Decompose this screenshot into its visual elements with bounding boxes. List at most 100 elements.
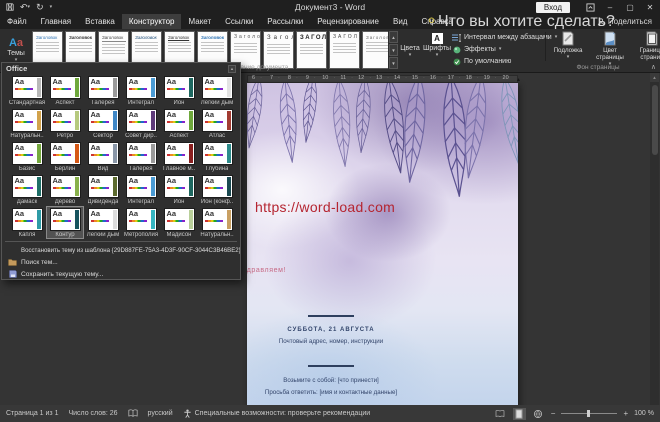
theme-item[interactable]: Aa Стандартная: [8, 74, 46, 107]
scrollbar-thumb[interactable]: [651, 85, 658, 155]
theme-item[interactable]: Aa Сектор: [84, 107, 122, 140]
set-as-default-button[interactable]: По умолчанию: [452, 56, 511, 67]
theme-item[interactable]: Aa Базис: [8, 140, 46, 173]
theme-item[interactable]: Aa Атлас: [198, 107, 236, 140]
theme-item[interactable]: Aa Капля: [8, 206, 46, 239]
ribbon-tab[interactable]: Ссылки: [218, 14, 260, 29]
document-page[interactable]: https://word-load.com Поздравляем! СУББО…: [247, 83, 518, 405]
proofing-status[interactable]: [128, 409, 138, 418]
web-layout-button[interactable]: [532, 408, 545, 420]
theme-item[interactable]: Aa Натуральн..: [8, 107, 46, 140]
horizontal-ruler[interactable]: ▲ 67891011121314151617181920: [247, 75, 521, 83]
theme-fonts-button[interactable]: Шрифты ▾: [423, 32, 451, 58]
theme-colors-button[interactable]: Цвета ▾: [398, 32, 422, 58]
date-line: СУББОТА, 21 АВГУСТА: [287, 327, 375, 333]
theme-item[interactable]: Aa Берлин: [46, 140, 84, 173]
theme-item[interactable]: Aa Метрополия: [122, 206, 160, 239]
theme-name: Дамаск: [16, 198, 38, 205]
close-button[interactable]: ✕: [640, 0, 660, 14]
theme-item[interactable]: Aa Ион (конф..: [198, 173, 236, 206]
theme-item[interactable]: Aa Ион: [160, 74, 198, 107]
ribbon-tab[interactable]: Рецензирование: [310, 14, 386, 29]
style-set-thumbnail[interactable]: Заголовок: [362, 31, 388, 69]
page-borders-button[interactable]: Границы страниц: [635, 31, 660, 67]
theme-item[interactable]: Aa Ретро: [46, 107, 84, 140]
accessibility-status[interactable]: Специальные возможности: проверьте реком…: [183, 409, 370, 418]
style-set-thumbnail[interactable]: Заголовок: [329, 31, 360, 69]
theme-item[interactable]: Aa Дамаск: [8, 173, 46, 206]
theme-item[interactable]: Aa Аспект: [160, 107, 198, 140]
undo-icon[interactable]: ↶ ▾: [20, 2, 30, 12]
customize-qat-icon[interactable]: ▾: [50, 4, 53, 10]
theme-accent-bar: [188, 210, 193, 229]
zoom-level[interactable]: 100 %: [634, 410, 654, 417]
ruler-number: 14: [392, 76, 410, 82]
zoom-slider[interactable]: [561, 410, 618, 417]
theme-item[interactable]: Aa Галерея: [122, 140, 160, 173]
ribbon-tab[interactable]: Рассылки: [260, 14, 310, 29]
gallery-more-icon[interactable]: ▼: [389, 57, 398, 69]
theme-color-dots: [204, 153, 223, 156]
restore-button[interactable]: ▢: [620, 0, 640, 14]
theme-accent-bar: [74, 144, 79, 163]
page-color-icon: [604, 31, 616, 46]
browse-themes-menu-item[interactable]: Поиск тем...: [2, 256, 240, 268]
ribbon-tab[interactable]: Файл: [0, 14, 34, 29]
save-icon[interactable]: [6, 3, 14, 11]
ruler-number: 18: [463, 76, 481, 82]
theme-item[interactable]: Aa Дерево: [46, 173, 84, 206]
ribbon-tab[interactable]: Главная: [34, 14, 78, 29]
theme-color-dots: [90, 186, 109, 189]
theme-item[interactable]: Aa Вид: [84, 140, 122, 173]
tell-me-box[interactable]: Что вы хотите сделать?: [428, 13, 615, 30]
watermark-url-text: https://word-load.com: [255, 199, 396, 215]
dropdown-scroll-up-icon[interactable]: ▲: [228, 64, 236, 73]
sign-in-button[interactable]: Вход: [535, 1, 570, 13]
ribbon-tab[interactable]: Вид: [386, 14, 414, 29]
theme-item[interactable]: Aa Аспект: [46, 74, 84, 107]
folder-search-icon: [8, 258, 17, 266]
page-count-status[interactable]: Страница 1 из 1: [6, 410, 58, 417]
theme-item[interactable]: Aa Легкий дым: [198, 74, 236, 107]
theme-item[interactable]: Aa Глубина: [198, 140, 236, 173]
style-set-thumbnail[interactable]: ЗАГОЛОВОК: [296, 31, 327, 69]
ribbon-tab[interactable]: Конструктор: [121, 14, 182, 29]
theme-item[interactable]: Aa Мадисон: [160, 206, 198, 239]
theme-item[interactable]: Aa Легкий дым: [84, 206, 122, 239]
theme-item[interactable]: Aa Контур: [46, 206, 84, 239]
share-button[interactable]: Поделиться: [597, 14, 652, 29]
gallery-scroll-down-icon[interactable]: ▼: [389, 44, 398, 56]
theme-item[interactable]: Aa Совет дир..: [122, 107, 160, 140]
theme-item[interactable]: Aa Галерея: [84, 74, 122, 107]
paragraph-spacing-button[interactable]: Интервал между абзацами ▾: [452, 32, 557, 43]
theme-item[interactable]: Aa Дивиденда: [84, 173, 122, 206]
theme-item[interactable]: Aa Интеграл: [122, 173, 160, 206]
theme-item[interactable]: Aa Натуральн..: [198, 206, 236, 239]
zoom-out-button[interactable]: −: [551, 409, 556, 418]
redo-icon[interactable]: ↻: [36, 2, 44, 12]
collapse-ribbon-icon[interactable]: ∧: [651, 63, 656, 71]
theme-item[interactable]: Aa Ион: [160, 173, 198, 206]
zoom-slider-thumb[interactable]: [587, 410, 591, 417]
ribbon-tab[interactable]: Макет: [181, 14, 218, 29]
theme-item[interactable]: Aa Главное м..: [160, 140, 198, 173]
watermark-button[interactable]: Подложка ▾: [551, 31, 585, 67]
vertical-scrollbar[interactable]: ▲: [650, 73, 659, 405]
zoom-in-button[interactable]: +: [623, 409, 628, 418]
scroll-up-icon[interactable]: ▲: [650, 73, 659, 82]
theme-name: Легкий дым: [86, 231, 120, 238]
save-current-theme-menu-item[interactable]: Сохранить текущую тему...: [2, 268, 240, 280]
themes-grid: Aa Стандартная Aa Аспект Aa Галерея Aa И…: [2, 74, 240, 239]
language-status[interactable]: русский: [148, 410, 173, 417]
restore-theme-menu-item[interactable]: Восстановить тему из шаблона {29D887FE-7…: [2, 244, 240, 256]
word-count-status[interactable]: Число слов: 26: [68, 410, 117, 417]
ribbon-tab[interactable]: Вставка: [78, 14, 122, 29]
theme-color-dots: [204, 87, 223, 90]
gallery-scroll-up-icon[interactable]: ▲: [389, 31, 398, 43]
effects-button[interactable]: Эффекты ▾: [452, 44, 501, 55]
page-color-button[interactable]: Цвет страницы ▾: [593, 31, 627, 67]
read-mode-button[interactable]: [494, 408, 507, 420]
print-layout-button[interactable]: [512, 407, 526, 420]
theme-accent-bar: [188, 78, 193, 97]
theme-item[interactable]: Aa Интеграл: [122, 74, 160, 107]
